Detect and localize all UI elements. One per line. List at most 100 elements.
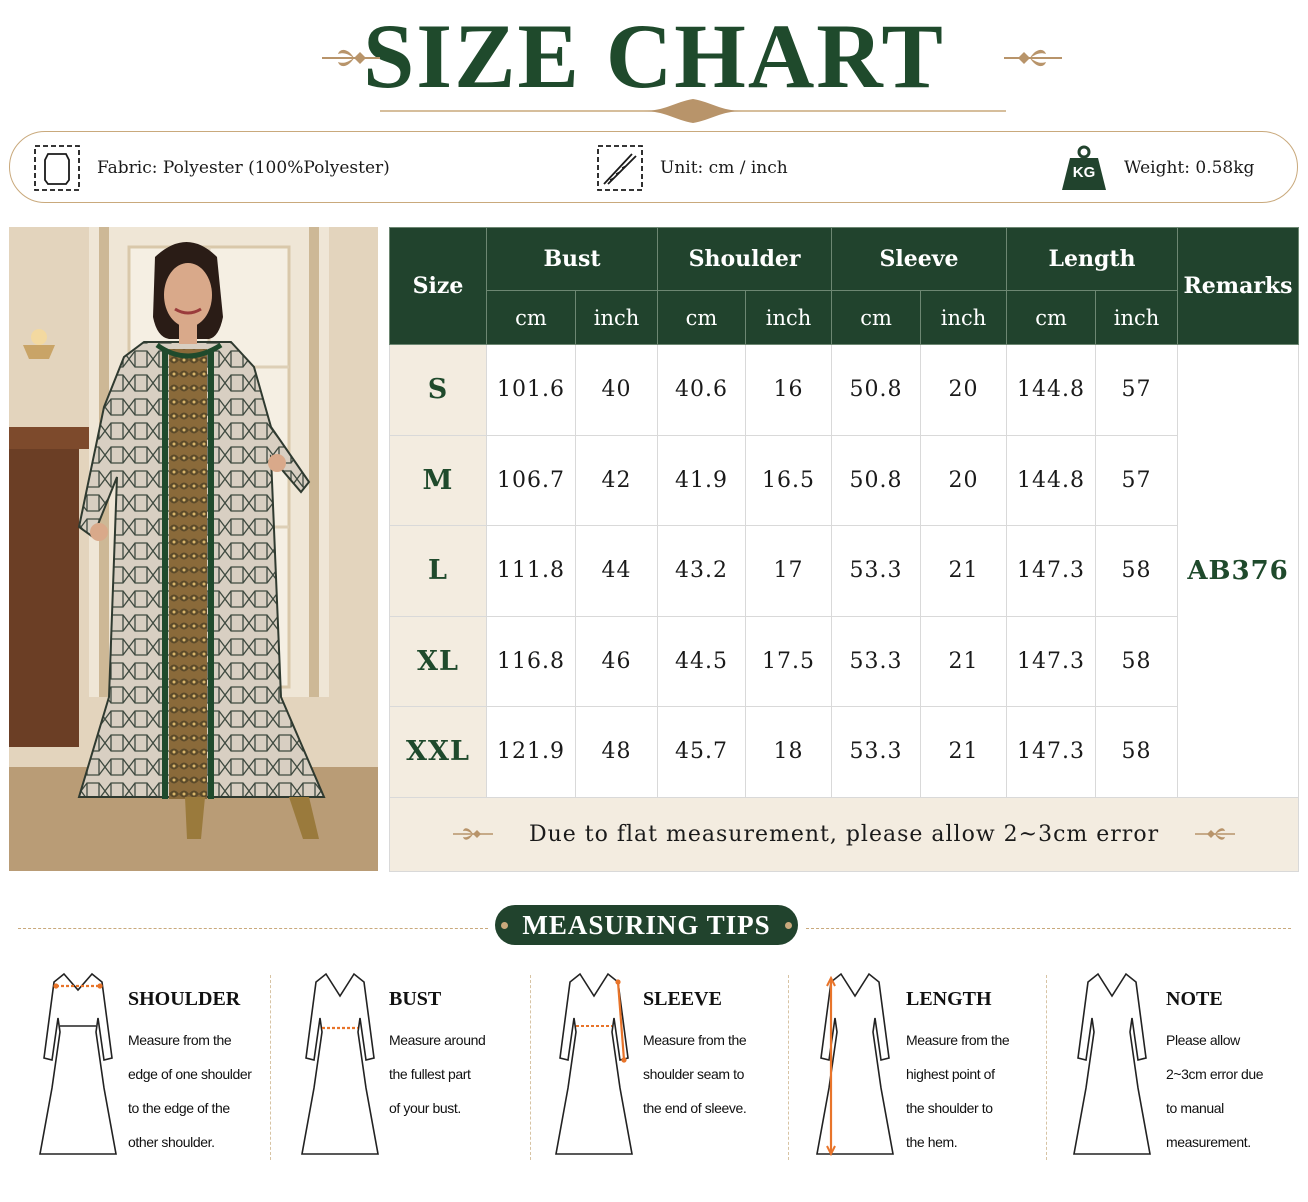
tip-description: Measure from the shoulder seam to the end… bbox=[643, 1032, 747, 1116]
product-photo bbox=[9, 227, 378, 871]
tip-note: NOTE Please allow 2~3cm error due to manu… bbox=[1072, 968, 1302, 1160]
table-cell: 58 bbox=[1095, 615, 1179, 707]
table-cell: 53.3 bbox=[831, 706, 922, 798]
table-cell: 121.9 bbox=[486, 706, 576, 798]
tip-description: Measure from the edge of one shoulder to … bbox=[128, 1032, 252, 1150]
size-label: XL bbox=[389, 615, 487, 707]
dress-length-icon bbox=[816, 972, 894, 1157]
tip-sleeve: SLEEVE Measure from the shoulder seam to … bbox=[554, 968, 784, 1160]
table-cell: 45.7 bbox=[657, 706, 747, 798]
table-cell: 21 bbox=[920, 525, 1008, 617]
tip-description: Measure around the fullest part of your b… bbox=[389, 1032, 486, 1116]
product-info-bar: Fabric: Polyester (100%Polyester) Unit: … bbox=[9, 131, 1298, 203]
model-dress-illustration bbox=[9, 227, 378, 871]
tips-divider-right bbox=[806, 928, 1291, 929]
table-cell: 147.3 bbox=[1006, 525, 1097, 617]
tip-separator bbox=[270, 975, 271, 1160]
table-cell: 57 bbox=[1095, 344, 1179, 436]
table-cell: 58 bbox=[1095, 706, 1179, 798]
table-cell: 20 bbox=[920, 434, 1008, 526]
dress-sleeve-icon bbox=[555, 972, 633, 1155]
table-cell: 147.3 bbox=[1006, 706, 1097, 798]
tip-title: SHOULDER bbox=[128, 988, 241, 1010]
measuring-tips-badge: MEASURING TIPS bbox=[495, 905, 798, 945]
table-cell: 21 bbox=[920, 706, 1008, 798]
table-cell: 40 bbox=[574, 344, 659, 436]
unit-header: cm bbox=[831, 290, 922, 345]
size-label: M bbox=[389, 434, 487, 526]
fabric-text: Fabric: Polyester (100%Polyester) bbox=[97, 158, 390, 178]
weight-info: KG Weight: 0.58kg bbox=[1060, 132, 1254, 204]
table-row: L 111.8 44 43.2 17 53.3 21 147.3 58 bbox=[389, 525, 1299, 617]
table-cell: 50.8 bbox=[831, 344, 922, 436]
length-column-header: Length bbox=[1006, 227, 1179, 291]
unit-info: Unit: cm / inch bbox=[596, 132, 788, 204]
tip-title: BUST bbox=[389, 988, 442, 1010]
unit-text: Unit: cm / inch bbox=[660, 158, 788, 178]
sleeve-column-header: Sleeve bbox=[831, 227, 1008, 291]
tip-description: Please allow 2~3cm error due to manual mea… bbox=[1166, 1032, 1264, 1150]
page-title: SIZE CHART bbox=[363, 5, 945, 107]
table-cell: 44.5 bbox=[657, 615, 747, 707]
weight-icon: KG bbox=[1060, 144, 1108, 192]
table-cell: 57 bbox=[1095, 434, 1179, 526]
tip-shoulder: SHOULDER Measure from the edge of one sho… bbox=[38, 968, 278, 1160]
remarks-column-header: Remarks bbox=[1177, 227, 1300, 345]
right-note-ornament bbox=[1195, 828, 1236, 840]
table-row: XL 116.8 46 44.5 17.5 53.3 21 147.3 58 bbox=[389, 615, 1299, 707]
measurement-note-row: Due to flat measurement, please allow 2~… bbox=[388, 796, 1300, 872]
size-table: Size Bust Shoulder Sleeve Length Remarks… bbox=[388, 227, 1300, 872]
table-cell: 46 bbox=[574, 615, 659, 707]
table-cell: 101.6 bbox=[486, 344, 576, 436]
shoulder-column-header: Shoulder bbox=[657, 227, 833, 291]
table-row: S 101.6 40 40.6 16 50.8 20 144.8 57 AB37… bbox=[389, 344, 1300, 798]
table-cell: 53.3 bbox=[831, 615, 922, 707]
tip-bust: BUST Measure around the fullest part of y… bbox=[300, 968, 530, 1160]
size-label: XXL bbox=[389, 706, 487, 798]
measurement-note: Due to flat measurement, please allow 2~… bbox=[528, 821, 1160, 847]
table-row: M 106.7 42 41.9 16.5 50.8 20 144.8 57 bbox=[389, 434, 1299, 526]
left-note-ornament bbox=[452, 828, 493, 840]
table-cell: 17 bbox=[745, 525, 833, 617]
table-cell: 147.3 bbox=[1006, 615, 1097, 707]
table-cell: 111.8 bbox=[486, 525, 576, 617]
table-cell: 48 bbox=[574, 706, 659, 798]
unit-header: inch bbox=[1095, 290, 1179, 345]
size-column-header: Size bbox=[389, 227, 487, 345]
table-cell: 53.3 bbox=[831, 525, 922, 617]
tips-divider-left bbox=[18, 928, 488, 929]
tip-separator bbox=[1046, 975, 1047, 1160]
table-cell: 106.7 bbox=[486, 434, 576, 526]
bust-column-header: Bust bbox=[485, 227, 659, 291]
unit-header: inch bbox=[745, 290, 833, 345]
tip-description: Measure from the highest point of the sho… bbox=[906, 1032, 1010, 1150]
unit-header: inch bbox=[920, 290, 1008, 345]
table-cell: 20 bbox=[920, 344, 1008, 436]
unit-header: cm bbox=[657, 290, 747, 345]
tip-title: LENGTH bbox=[906, 988, 992, 1010]
tip-separator bbox=[788, 975, 789, 1160]
table-cell: 17.5 bbox=[745, 615, 833, 707]
dress-note-icon bbox=[1073, 972, 1151, 1155]
weight-text: Weight: 0.58kg bbox=[1124, 158, 1255, 178]
fabric-info: Fabric: Polyester (100%Polyester) bbox=[33, 132, 390, 204]
size-label: S bbox=[389, 344, 487, 436]
unit-header: cm bbox=[1006, 290, 1097, 345]
right-flourish-ornament bbox=[1004, 49, 1062, 67]
table-cell: 116.8 bbox=[486, 615, 576, 707]
table-cell: 58 bbox=[1095, 525, 1179, 617]
size-label: L bbox=[389, 525, 487, 617]
table-cell: 16 bbox=[745, 344, 833, 436]
unit-header: inch bbox=[574, 290, 659, 345]
remark-code: AB376 bbox=[1177, 344, 1300, 798]
badge-dot bbox=[501, 921, 509, 929]
table-cell: 44 bbox=[574, 525, 659, 617]
left-flourish-ornament bbox=[322, 49, 380, 67]
table-cell: 144.8 bbox=[1006, 344, 1097, 436]
table-cell: 21 bbox=[920, 615, 1008, 707]
table-cell: 40.6 bbox=[657, 344, 747, 436]
fabric-icon bbox=[34, 145, 80, 191]
table-cell: 50.8 bbox=[831, 434, 922, 526]
dress-shoulder-icon bbox=[39, 972, 117, 1155]
table-cell: 43.2 bbox=[657, 525, 747, 617]
